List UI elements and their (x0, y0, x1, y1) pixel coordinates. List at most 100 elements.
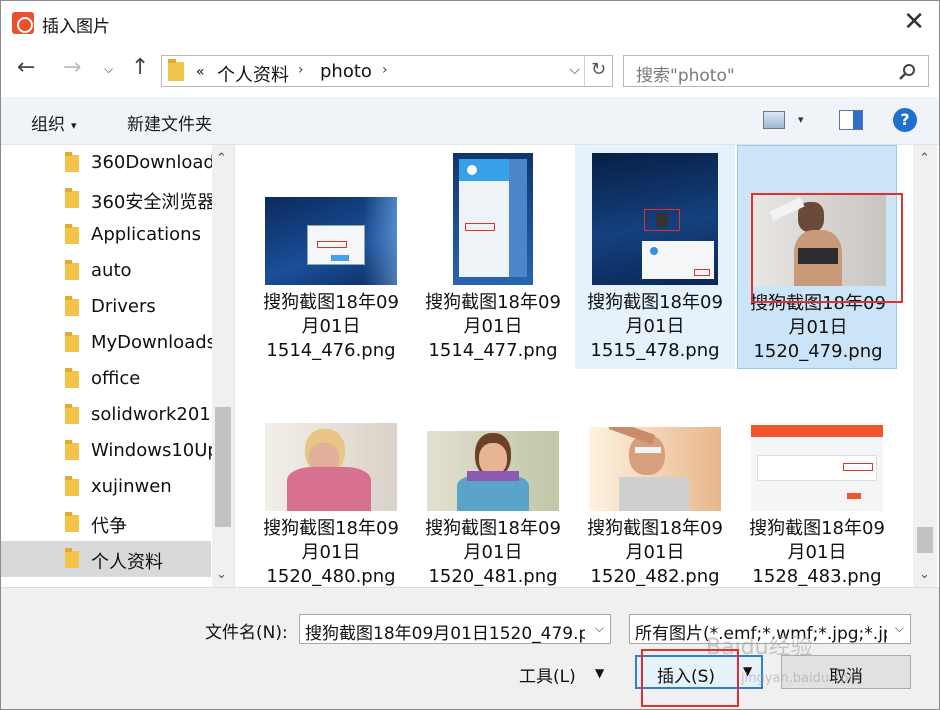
organize-label: 组织 (31, 115, 65, 135)
file-name-line: 搜狗截图18年09 (749, 518, 885, 539)
title-bar: 插入图片 ✕ (1, 1, 939, 45)
change-view-icon[interactable] (763, 111, 785, 129)
breadcrumb-photo[interactable]: photo (320, 61, 372, 82)
file-name-line: 月01日 (788, 317, 848, 338)
tree-item-label: MyDownloads (91, 332, 217, 353)
breadcrumb-personal[interactable]: 个人资料 (217, 61, 289, 87)
filename-dropdown-icon[interactable]: ⌵ (595, 621, 604, 636)
thumbnail-image (589, 427, 721, 511)
close-icon[interactable]: ✕ (903, 9, 925, 35)
file-name-line: 搜狗截图18年09 (263, 518, 399, 539)
recent-locations-chevron-icon[interactable]: ⌵ (104, 63, 113, 75)
folder-icon (65, 440, 79, 460)
file-name-line: 月01日 (787, 542, 847, 563)
tree-item[interactable]: 360安全浏览器下载 (1, 181, 234, 217)
folder-icon (65, 548, 79, 568)
file-tile[interactable]: 搜狗截图18年09 月01日 1520_480.png (251, 371, 411, 587)
search-icon[interactable] (898, 63, 916, 81)
file-name-line: 1520_480.png (266, 566, 396, 587)
file-name: 搜狗截图18年09 月01日 1520_479.png (738, 292, 898, 364)
filename-combobox[interactable]: 搜狗截图18年09月01日1520_479.png ⌵ (299, 614, 611, 644)
thumbnail-image (750, 194, 886, 286)
tree-item-label: Applications (91, 224, 201, 245)
up-arrow-icon[interactable]: ↑ (131, 57, 149, 79)
baidu-watermark: Baidu经验 (706, 635, 813, 660)
files-scrollbar[interactable]: ⌃ ⌄ (913, 145, 937, 587)
file-name: 搜狗截图18年09 月01日 1528_483.png (737, 517, 897, 587)
breadcrumb-chevron-icon[interactable]: › (382, 62, 388, 78)
file-name-line: 月01日 (625, 316, 685, 337)
scroll-down-icon[interactable]: ⌄ (919, 567, 930, 582)
filename-label: 文件名(N): (205, 623, 288, 643)
new-folder-button[interactable]: 新建文件夹 (127, 110, 212, 135)
folder-icon (65, 332, 79, 352)
file-tile[interactable]: 搜狗截图18年09 月01日 1520_479.png (737, 145, 897, 369)
thumbnail-image (453, 153, 533, 285)
tree-item[interactable]: 个人资料 (1, 541, 211, 577)
file-name: 搜狗截图18年09 月01日 1514_476.png (251, 291, 411, 363)
folder-icon (65, 476, 79, 496)
preview-pane-icon[interactable] (839, 110, 863, 130)
tree-item[interactable]: office (1, 361, 211, 397)
folder-icon (65, 368, 79, 388)
scroll-up-icon[interactable]: ⌃ (216, 151, 227, 166)
file-name-line: 1514_477.png (428, 340, 558, 361)
breadcrumb-overflow[interactable]: « (196, 64, 205, 80)
filename-value[interactable]: 搜狗截图18年09月01日1520_479.png (305, 619, 585, 644)
folder-icon (65, 296, 79, 316)
tree-item[interactable]: 360Downloads (1, 145, 224, 181)
file-name-line: 月01日 (301, 316, 361, 337)
refresh-icon[interactable]: ↻ (584, 56, 612, 86)
file-name-line: 1520_482.png (590, 566, 720, 587)
tools-button[interactable]: 工具(L) (519, 662, 576, 687)
organize-button[interactable]: 组织 ▾ (31, 110, 77, 135)
tree-scrollbar[interactable]: ⌃ ⌄ (212, 145, 234, 587)
file-name-line: 1515_478.png (590, 340, 720, 361)
tools-caret-icon[interactable]: ▼ (595, 666, 604, 680)
tree-item[interactable]: xujinwen (1, 469, 211, 505)
scroll-down-icon[interactable]: ⌄ (216, 567, 227, 582)
file-name-line: 搜狗截图18年09 (587, 518, 723, 539)
file-tile[interactable]: 搜狗截图18年09 月01日 1528_483.png (737, 371, 897, 587)
file-tile[interactable]: 搜狗截图18年09 月01日 1520_482.png (575, 371, 735, 587)
folder-tree: 360Downloads 360安全浏览器下载 Applications auto Dr… (1, 145, 235, 587)
tree-item[interactable]: auto (1, 253, 211, 289)
tree-item-label: xujinwen (91, 476, 172, 497)
app-logo-icon (12, 12, 34, 34)
file-name: 搜狗截图18年09 月01日 1514_477.png (413, 291, 573, 363)
file-name-line: 月01日 (463, 542, 523, 563)
files-scroll-thumb[interactable] (917, 527, 933, 553)
tree-item[interactable]: Windows10Upgrade (1, 433, 234, 469)
file-name-line: 搜狗截图18年09 (587, 292, 723, 313)
file-name-line: 1520_479.png (753, 341, 883, 362)
insert-picture-dialog: 插入图片 ✕ ← → ⌵ ↑ « 个人资料 › photo › ⌵ ↻ 搜索"p… (0, 0, 940, 710)
file-name-line: 1520_481.png (428, 566, 558, 587)
file-name-line: 月01日 (625, 542, 685, 563)
tree-item[interactable]: Applications (1, 217, 211, 253)
file-tile[interactable]: 搜狗截图18年09 月01日 1520_481.png (413, 371, 573, 587)
scroll-up-icon[interactable]: ⌃ (919, 151, 930, 166)
search-input[interactable]: 搜索"photo" (623, 55, 929, 87)
address-dropdown-icon[interactable]: ⌵ (569, 62, 580, 78)
file-name: 搜狗截图18年09 月01日 1520_481.png (413, 517, 573, 587)
thumbnail-image (592, 153, 718, 285)
file-tile[interactable]: 搜狗截图18年09 月01日 1514_476.png (251, 145, 411, 369)
tree-item[interactable]: solidwork2011 (1, 397, 222, 433)
file-name-line: 1514_476.png (266, 340, 396, 361)
tree-item-label: 代争 (91, 516, 127, 537)
help-icon[interactable]: ? (893, 108, 917, 132)
folder-icon (65, 152, 79, 172)
breadcrumb-chevron-icon[interactable]: › (298, 62, 304, 78)
forward-arrow-icon[interactable]: → (63, 57, 81, 79)
view-options-caret-icon[interactable]: ▾ (798, 113, 804, 126)
tree-item[interactable]: Drivers (1, 289, 211, 325)
tree-item[interactable]: MyDownloads (1, 325, 216, 361)
file-name-line: 搜狗截图18年09 (263, 292, 399, 313)
tree-scroll-thumb[interactable] (215, 407, 231, 527)
back-arrow-icon[interactable]: ← (17, 57, 35, 79)
address-bar[interactable]: « 个人资料 › photo › ⌵ ↻ (161, 55, 613, 87)
file-tile[interactable]: 搜狗截图18年09 月01日 1514_477.png (413, 145, 573, 369)
tree-item[interactable]: 代争 (1, 505, 211, 541)
file-tile[interactable]: 搜狗截图18年09 月01日 1515_478.png (575, 145, 735, 369)
filetype-dropdown-icon[interactable]: ⌵ (895, 621, 904, 636)
